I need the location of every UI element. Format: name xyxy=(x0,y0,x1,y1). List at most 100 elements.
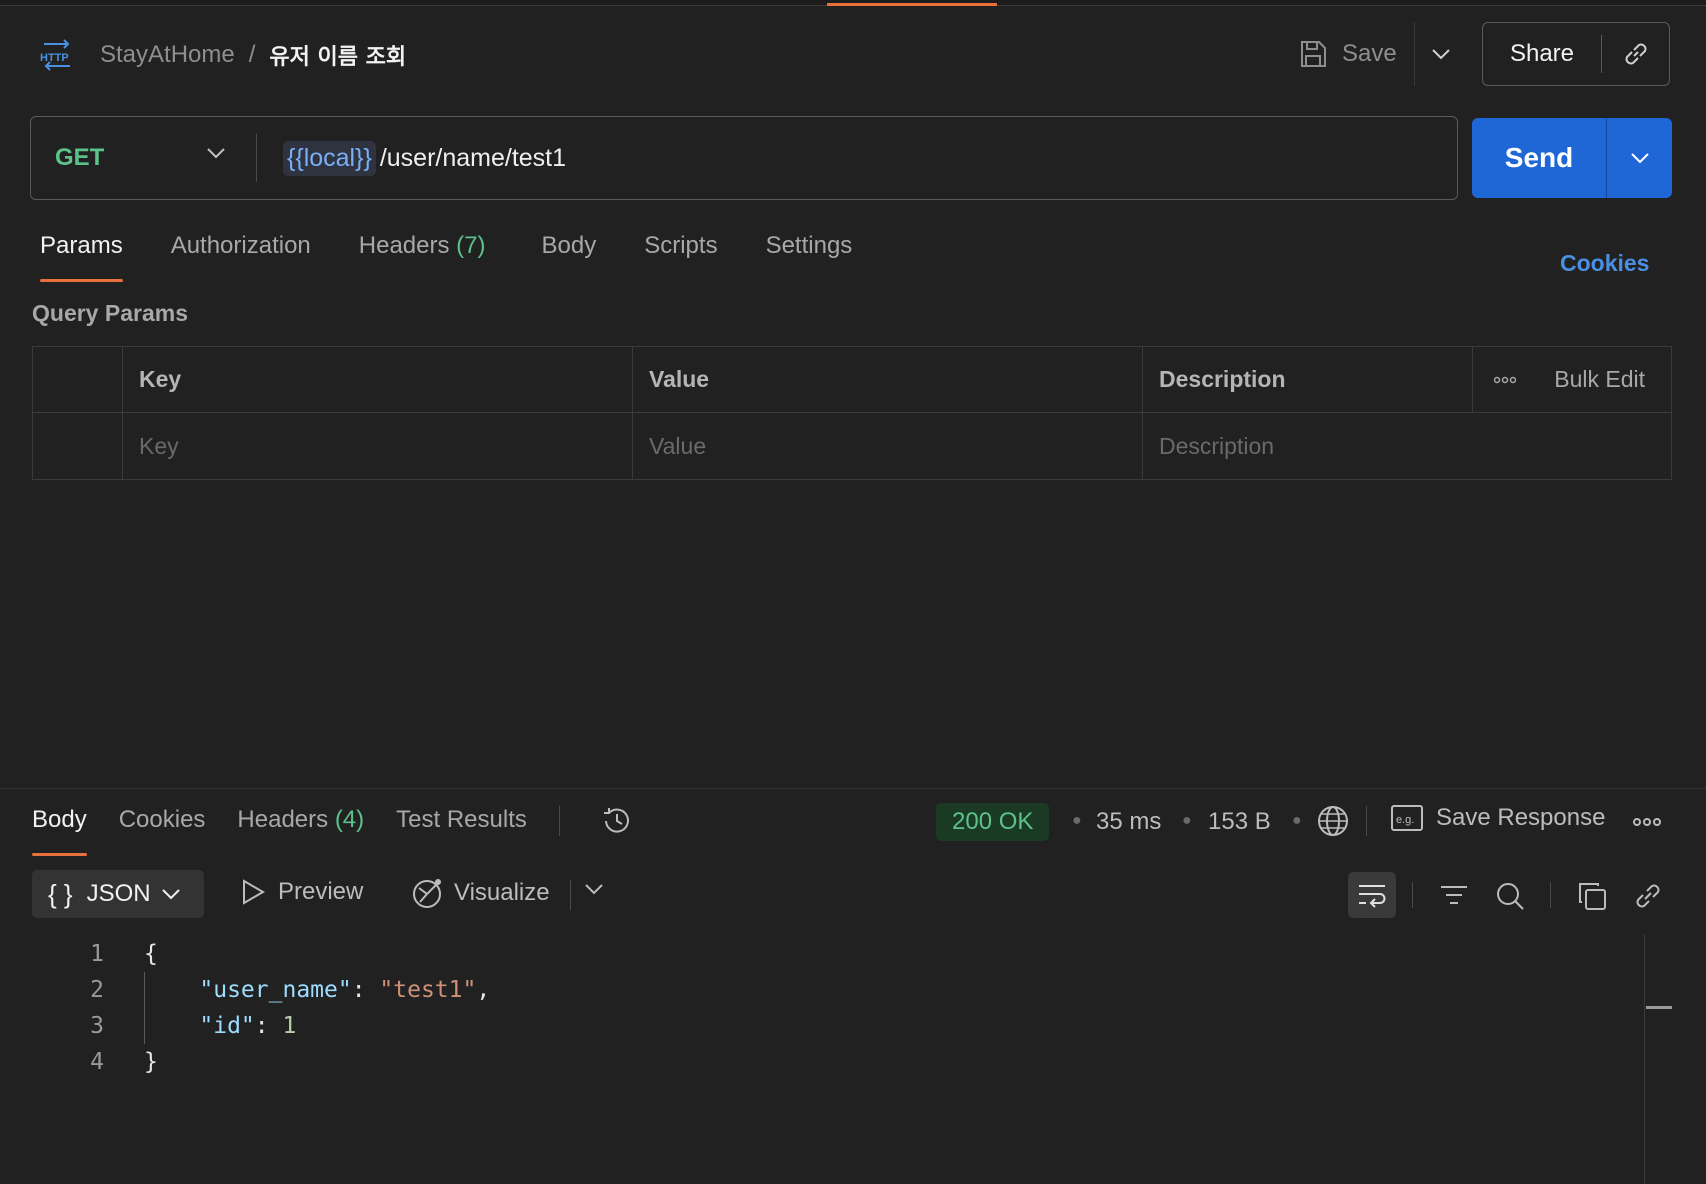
indent-guide xyxy=(144,972,145,1044)
response-tab-headers[interactable]: Headers (4) xyxy=(237,806,364,856)
search-icon[interactable] xyxy=(1494,880,1526,912)
send-options-chevron-down-icon[interactable] xyxy=(1607,152,1672,164)
tab-scripts[interactable]: Scripts xyxy=(644,232,717,282)
cookies-link[interactable]: Cookies xyxy=(1560,250,1649,277)
json-number-value: 1 xyxy=(282,1013,297,1039)
visualize-label: Visualize xyxy=(454,879,550,906)
response-tabs: Body Cookies Headers (4) Test Results xyxy=(32,806,560,856)
separator-dot: ● xyxy=(1292,812,1302,829)
response-tab-test-results[interactable]: Test Results xyxy=(396,806,527,856)
code-line: 4 } xyxy=(0,1044,1644,1080)
method-select[interactable]: GET xyxy=(31,117,256,199)
bulk-edit-label: Bulk Edit xyxy=(1554,366,1645,392)
request-name[interactable]: 유저 이름 조회 xyxy=(269,39,406,71)
url-input[interactable]: {{local}} /user/name/test1 xyxy=(257,117,1457,199)
response-time[interactable]: 35 ms xyxy=(1096,808,1161,836)
divider xyxy=(1412,882,1413,908)
code-text: "id": 1 xyxy=(199,1013,297,1039)
param-description-input[interactable]: Description xyxy=(1143,413,1671,479)
line-number: 2 xyxy=(90,977,104,1003)
save-options-chevron-down-icon[interactable] xyxy=(1424,36,1458,72)
tab-authorization[interactable]: Authorization xyxy=(171,232,311,282)
visualize-options-chevron-down-icon[interactable] xyxy=(584,882,604,900)
more-options-icon[interactable] xyxy=(1632,812,1662,832)
code-text: { xyxy=(144,941,158,967)
headers-count: (7) xyxy=(456,232,486,259)
code-line: 2 "user_name": "test1", xyxy=(0,972,1644,1008)
table-header-row: Key Value Description Bulk Edit xyxy=(33,347,1671,413)
query-params-table: Key Value Description Bulk Edit Key Valu… xyxy=(32,346,1672,480)
code-text: "user_name": "test1", xyxy=(199,977,491,1003)
line-number: 4 xyxy=(90,1049,104,1075)
format-label: JSON xyxy=(86,880,151,907)
visualize-icon xyxy=(413,879,441,908)
globe-icon[interactable] xyxy=(1316,804,1350,838)
play-icon xyxy=(243,879,265,905)
send-button[interactable]: Send xyxy=(1472,142,1606,174)
table-row: Key Value Description xyxy=(33,413,1671,479)
scrollbar-thumb[interactable] xyxy=(1646,1006,1672,1009)
active-tab-indicator xyxy=(827,3,997,6)
link-icon[interactable] xyxy=(1632,880,1664,912)
request-tabs: Params Authorization Headers (7) Body Sc… xyxy=(40,232,900,282)
separator-dot: ● xyxy=(1182,812,1192,829)
divider xyxy=(570,880,571,910)
http-icon: HTTP xyxy=(38,38,76,72)
send-group: Send xyxy=(1472,118,1672,198)
chevron-down-icon xyxy=(207,148,225,159)
checkbox-column-header xyxy=(33,347,123,412)
format-select[interactable]: { } JSON xyxy=(32,870,204,918)
visualize-button[interactable]: Visualize xyxy=(410,876,550,910)
status-badge[interactable]: 200 OK xyxy=(936,803,1050,841)
code-line: 3 "id": 1 xyxy=(0,1008,1644,1044)
filter-icon[interactable] xyxy=(1438,880,1470,912)
pane-divider[interactable] xyxy=(0,788,1706,789)
tab-params[interactable]: Params xyxy=(40,232,123,282)
braces-icon: { } xyxy=(48,878,73,909)
row-checkbox-cell xyxy=(33,413,123,479)
save-response-button[interactable]: e.g. Save Response xyxy=(1390,804,1605,832)
more-options-icon[interactable] xyxy=(1494,376,1517,384)
response-size[interactable]: 153 B xyxy=(1208,808,1271,836)
top-tab-strip xyxy=(0,0,1706,6)
svg-text:e.g.: e.g. xyxy=(1396,814,1414,826)
wrap-lines-button[interactable] xyxy=(1348,872,1396,918)
tab-settings[interactable]: Settings xyxy=(766,232,853,282)
breadcrumb-collection[interactable]: StayAtHome xyxy=(100,41,235,69)
tab-body[interactable]: Body xyxy=(542,232,597,282)
response-body-editor[interactable]: 1 { 2 "user_name": "test1", 3 "id": 1 4 … xyxy=(0,936,1644,1080)
separator-dot: ● xyxy=(1072,812,1082,829)
save-icon xyxy=(1301,41,1326,67)
json-key: "id" xyxy=(199,1013,255,1039)
bulk-edit-button[interactable]: Bulk Edit xyxy=(1494,366,1645,393)
tab-headers-label: Headers xyxy=(358,232,450,259)
breadcrumb-separator: / xyxy=(248,41,256,68)
response-tab-body[interactable]: Body xyxy=(32,806,87,856)
url-bar: GET {{local}} /user/name/test1 xyxy=(30,116,1458,200)
preview-label: Preview xyxy=(278,878,364,905)
json-key: "user_name" xyxy=(199,977,352,1003)
column-header-value: Value xyxy=(633,347,1143,412)
breadcrumb: StayAtHome / 유저 이름 조회 xyxy=(100,38,406,72)
method-label: GET xyxy=(55,144,105,171)
wrap-lines-icon xyxy=(1359,885,1386,908)
url-variable-chip[interactable]: {{local}} xyxy=(283,140,376,176)
save-response-label: Save Response xyxy=(1436,804,1606,831)
copy-icon[interactable] xyxy=(1576,880,1608,912)
param-key-input[interactable]: Key xyxy=(123,413,633,479)
column-header-key: Key xyxy=(123,347,633,412)
save-button[interactable]: Save xyxy=(1298,30,1397,78)
preview-button[interactable]: Preview xyxy=(240,878,363,906)
history-icon[interactable] xyxy=(600,804,634,838)
divider xyxy=(1414,22,1415,86)
copy-link-icon[interactable] xyxy=(1602,39,1669,69)
param-value-input[interactable]: Value xyxy=(633,413,1143,479)
example-icon: e.g. xyxy=(1391,805,1423,831)
editor-minimap-border xyxy=(1644,934,1645,1184)
response-tab-cookies[interactable]: Cookies xyxy=(119,806,206,856)
tab-headers[interactable]: Headers (7) xyxy=(359,232,486,282)
query-params-title: Query Params xyxy=(32,300,188,326)
share-button[interactable]: Share xyxy=(1483,40,1601,68)
url-path: /user/name/test1 xyxy=(379,143,567,172)
divider xyxy=(1366,806,1367,836)
